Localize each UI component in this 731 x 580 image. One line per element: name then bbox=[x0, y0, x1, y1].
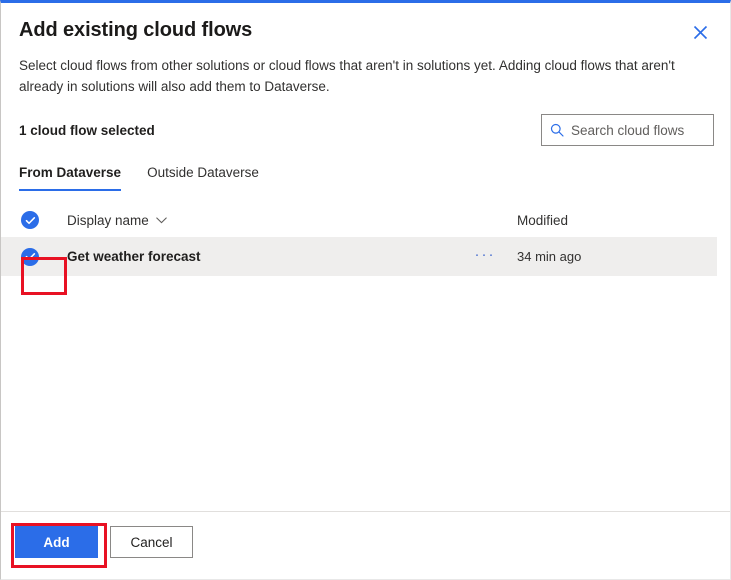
selection-search-row: 1 cloud flow selected bbox=[1, 113, 730, 147]
row-modified: 34 min ago bbox=[515, 249, 717, 264]
header-spacer bbox=[455, 218, 515, 222]
checkmark-circle-icon[interactable] bbox=[21, 211, 39, 229]
page-title: Add existing cloud flows bbox=[19, 17, 708, 43]
cancel-button[interactable]: Cancel bbox=[110, 526, 193, 558]
table-row[interactable]: Get weather forecast ··· 34 min ago bbox=[1, 237, 717, 276]
dialog-footer: Add Cancel bbox=[1, 511, 730, 579]
ellipsis-icon[interactable]: ··· bbox=[455, 247, 515, 266]
tab-outside-dataverse[interactable]: Outside Dataverse bbox=[147, 164, 259, 191]
search-input[interactable] bbox=[571, 123, 705, 138]
column-header-display-name-label: Display name bbox=[67, 213, 149, 228]
cloud-flows-table: Display name Modified bbox=[1, 191, 730, 511]
tab-list: From Dataverse Outside Dataverse bbox=[1, 159, 730, 191]
row-select-cell[interactable] bbox=[21, 248, 67, 266]
checkmark-circle-icon[interactable] bbox=[21, 248, 39, 266]
column-header-modified[interactable]: Modified bbox=[515, 213, 717, 228]
selected-count-label: 1 cloud flow selected bbox=[19, 123, 155, 138]
add-existing-cloud-flows-dialog: Add existing cloud flows Select cloud fl… bbox=[0, 0, 731, 580]
dialog-description: Select cloud flows from other solutions … bbox=[19, 55, 708, 97]
close-button[interactable] bbox=[688, 20, 712, 44]
add-button[interactable]: Add bbox=[15, 526, 98, 558]
search-icon bbox=[550, 123, 564, 137]
search-box[interactable] bbox=[541, 114, 714, 146]
tab-from-dataverse[interactable]: From Dataverse bbox=[19, 164, 121, 191]
select-all-cell[interactable] bbox=[21, 211, 67, 229]
row-display-name: Get weather forecast bbox=[67, 249, 455, 264]
column-header-display-name[interactable]: Display name bbox=[67, 213, 455, 228]
dialog-header: Add existing cloud flows Select cloud fl… bbox=[1, 3, 730, 97]
table-header-row: Display name Modified bbox=[1, 203, 717, 237]
close-icon bbox=[693, 25, 708, 40]
chevron-down-icon bbox=[156, 217, 167, 224]
